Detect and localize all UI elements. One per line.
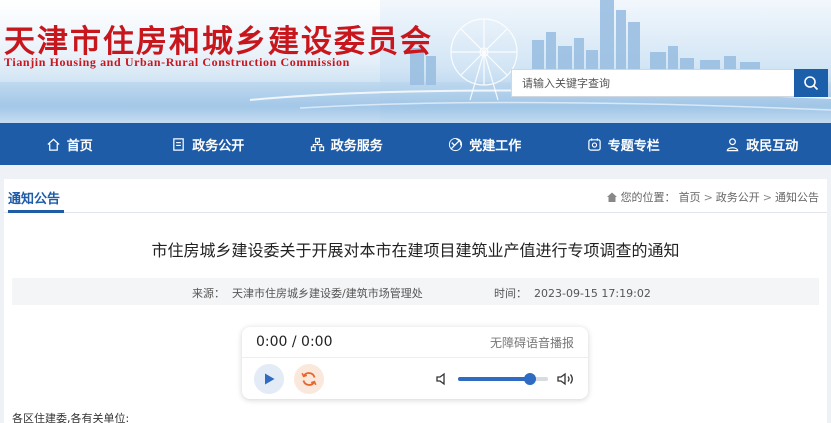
nav-item-government-affairs[interactable]: 政务公开 (139, 123, 278, 165)
article-time: 时间： 2023-09-15 17:19:02 (494, 285, 651, 301)
breadcrumb: 您的位置： 首页 > 政务公开 > 通知公告 (606, 189, 819, 205)
home-icon (606, 192, 617, 202)
volume-slider-fill (458, 377, 530, 381)
nav-item-party-building[interactable]: 党建工作 (416, 123, 555, 165)
person-icon (726, 137, 739, 151)
breadcrumb-item-government-affairs[interactable]: 政务公开 (716, 189, 760, 205)
volume-slider-handle[interactable] (524, 373, 536, 385)
section-title-underline (8, 210, 64, 213)
org-chart-icon (310, 137, 324, 151)
audio-player: 0:00 / 0:00 无障碍语音播报 (242, 327, 588, 399)
loop-icon (301, 372, 317, 386)
volume-down-icon[interactable] (435, 371, 449, 387)
search-icon (804, 76, 819, 91)
article-body-first-line: 各区住建委,各有关单位: (12, 412, 130, 423)
column-icon (588, 137, 601, 151)
play-button[interactable] (254, 364, 284, 394)
article-source: 来源： 天津市住房城乡建设委/建筑市场管理处 (192, 285, 423, 301)
nav-item-label: 党建工作 (469, 138, 522, 154)
volume-up-icon[interactable] (556, 371, 576, 387)
time-label: 时间： (494, 287, 527, 300)
source-label: 来源： (192, 287, 225, 300)
header-banner: 天津市住房和城乡建设委员会 Tianjin Housing and Urban-… (0, 0, 831, 123)
nav-item-label: 政民互动 (746, 138, 799, 154)
breadcrumb-item-notices[interactable]: 通知公告 (775, 189, 819, 205)
article-meta: 来源： 天津市住房城乡建设委/建筑市场管理处 时间： 2023-09-15 17… (12, 278, 819, 305)
volume-slider[interactable] (458, 373, 548, 385)
document-icon (173, 137, 185, 151)
breadcrumb-item-home[interactable]: 首页 (679, 189, 701, 205)
nav-item-home[interactable]: 首页 (0, 123, 139, 165)
player-divider (242, 357, 588, 358)
nav-item-label: 政务公开 (192, 138, 245, 154)
main-nav: 首页 政务公开 政务服务 党建工作 专题专栏 政民互动 (0, 123, 831, 165)
nav-item-label: 专题专栏 (607, 138, 660, 154)
play-icon (265, 373, 275, 385)
breadcrumb-prefix: 您的位置： (620, 191, 676, 204)
source-value: 天津市住房城乡建设委/建筑市场管理处 (232, 287, 423, 300)
breadcrumb-separator: > (703, 190, 713, 204)
home-icon (47, 138, 60, 151)
nav-item-label: 政务服务 (330, 138, 383, 154)
nav-item-public-interaction[interactable]: 政民互动 (693, 123, 831, 165)
nav-item-special-topics[interactable]: 专题专栏 (554, 123, 693, 165)
nav-item-label: 首页 (66, 138, 93, 154)
party-emblem-icon (449, 137, 463, 151)
breadcrumb-separator: > (762, 190, 772, 204)
article-title: 市住房城乡建设委关于开展对本市在建项目建筑业产值进行专项调查的通知 (151, 241, 680, 260)
search-box[interactable] (511, 69, 794, 97)
site-subtitle: Tianjin Housing and Urban-Rural Construc… (4, 55, 350, 69)
loop-button[interactable] (294, 364, 324, 394)
nav-item-government-services[interactable]: 政务服务 (277, 123, 416, 165)
section-title: 通知公告 (8, 192, 61, 207)
time-value: 2023-09-15 17:19:02 (534, 287, 651, 300)
search-button[interactable] (794, 69, 828, 97)
search-input[interactable] (522, 70, 784, 96)
player-label: 无障碍语音播报 (489, 336, 574, 350)
player-time: 0:00 / 0:00 (256, 334, 333, 350)
